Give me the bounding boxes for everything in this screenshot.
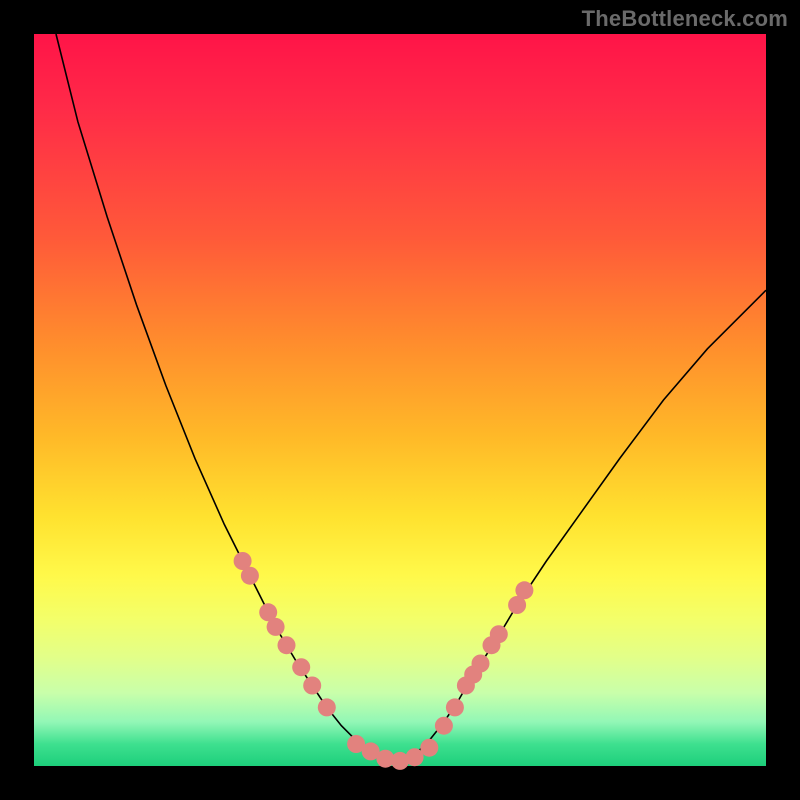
- marker-dot: [420, 739, 438, 757]
- marker-dot: [292, 658, 310, 676]
- curves-svg: [34, 34, 766, 766]
- plot-area: [34, 34, 766, 766]
- marker-dot: [515, 581, 533, 599]
- left-curve: [56, 34, 400, 762]
- marker-dot: [278, 636, 296, 654]
- marker-dot: [303, 677, 321, 695]
- marker-dot: [318, 698, 336, 716]
- marker-dot: [490, 625, 508, 643]
- watermark-text: TheBottleneck.com: [582, 6, 788, 32]
- marker-dot: [472, 655, 490, 673]
- chart-frame: TheBottleneck.com: [0, 0, 800, 800]
- marker-dot: [241, 567, 259, 585]
- marker-dot: [446, 698, 464, 716]
- marker-dot: [435, 717, 453, 735]
- markers-group: [234, 552, 534, 770]
- marker-dot: [267, 618, 285, 636]
- right-curve: [400, 290, 766, 762]
